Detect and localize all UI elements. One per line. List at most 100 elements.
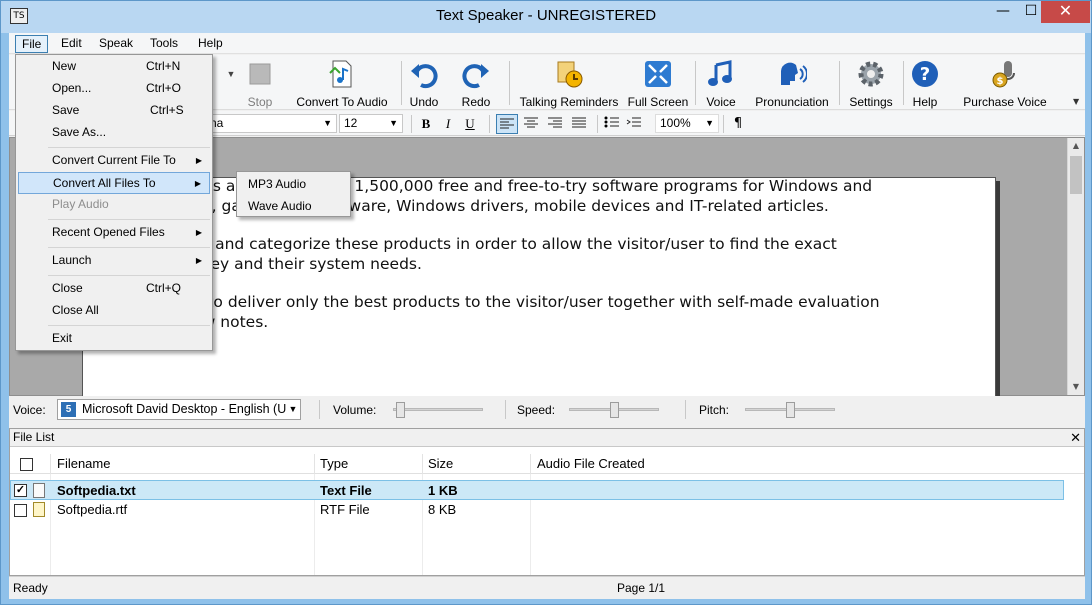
- help-button[interactable]: ? Help: [907, 59, 943, 109]
- format-separator: [597, 115, 598, 133]
- zoom-combo[interactable]: 100% ▼: [655, 114, 719, 133]
- menu-shortcut: Ctrl+S: [150, 103, 184, 117]
- undo-button[interactable]: Undo: [407, 59, 441, 109]
- chevron-down-icon: ▼: [323, 118, 332, 128]
- menu-item-label: Save: [52, 103, 80, 117]
- paragraph-marks-button[interactable]: ¶: [727, 114, 749, 134]
- document-paragraph[interactable]: We strive to deliver only the best produ…: [130, 292, 890, 332]
- page-indicator: Page 1/1: [617, 581, 666, 595]
- bullet-list-icon: [604, 116, 619, 128]
- title-bar[interactable]: TS Text Speaker - UNREGISTERED — ☐ ✕: [1, 1, 1091, 33]
- voice-button[interactable]: Voice: [701, 59, 741, 109]
- stop-button[interactable]: Stop: [245, 59, 275, 109]
- column-header-size[interactable]: Size: [428, 456, 453, 471]
- menu-item-launch[interactable]: Launch ▶: [18, 250, 210, 272]
- select-all-checkbox[interactable]: [20, 458, 33, 471]
- menu-item-convert-all[interactable]: Convert All Files To ▶: [18, 172, 210, 194]
- align-center-icon: [524, 117, 538, 128]
- bullet-list-button[interactable]: [601, 114, 623, 134]
- menu-item-convert-current[interactable]: Convert Current File To ▶: [18, 150, 210, 172]
- format-separator: [489, 115, 490, 133]
- talking-reminders-button[interactable]: Talking Reminders: [515, 59, 623, 109]
- menu-item-exit[interactable]: Exit: [18, 328, 210, 350]
- toolbar-overflow-icon[interactable]: ▼: [1073, 97, 1083, 107]
- bold-button[interactable]: B: [415, 114, 437, 134]
- convert-all-submenu: MP3 Audio Wave Audio: [236, 171, 351, 217]
- submenu-arrow-icon: ▶: [195, 156, 202, 165]
- font-size-value: 12: [344, 116, 358, 130]
- pitch-slider[interactable]: [745, 402, 835, 418]
- align-right-button[interactable]: [544, 114, 566, 134]
- menu-speak[interactable]: Speak: [93, 35, 139, 53]
- format-separator: [723, 115, 724, 133]
- row-checkbox[interactable]: [14, 504, 27, 517]
- align-left-button[interactable]: [496, 114, 518, 134]
- menu-item-label: Play Audio: [52, 197, 109, 211]
- pronunciation-button[interactable]: Pronunciation: [749, 59, 835, 109]
- file-list-column-headers: Filename Type Size Audio File Created: [10, 454, 1084, 474]
- indent-button[interactable]: [623, 114, 645, 134]
- font-size-combo[interactable]: 12 ▼: [339, 114, 403, 133]
- menu-edit[interactable]: Edit: [55, 35, 88, 53]
- table-row[interactable]: Softpedia.rtf RTF File 8 KB: [10, 500, 1064, 520]
- close-icon[interactable]: ✕: [1070, 429, 1081, 446]
- chevron-down-icon: ▼: [286, 400, 300, 419]
- menu-item-label: Convert All Files To: [53, 176, 156, 190]
- menu-item-new[interactable]: New Ctrl+N: [18, 56, 210, 78]
- scroll-up-icon[interactable]: ▲: [1068, 138, 1084, 154]
- menu-item-play-audio[interactable]: Play Audio: [18, 194, 210, 216]
- underline-button[interactable]: U: [459, 114, 481, 134]
- column-header-type[interactable]: Type: [320, 456, 348, 471]
- menu-separator: [48, 219, 210, 220]
- voice-select[interactable]: 5 Microsoft David Desktop - English (U ▼: [57, 399, 301, 420]
- column-header-audio-created[interactable]: Audio File Created: [537, 456, 645, 471]
- minimize-button[interactable]: —: [989, 1, 1017, 23]
- menu-item-save-as[interactable]: Save As...: [18, 122, 210, 144]
- speed-label: Speed:: [517, 403, 556, 417]
- menu-item-wave-audio[interactable]: Wave Audio: [248, 195, 312, 217]
- justify-button[interactable]: [568, 114, 590, 134]
- align-left-icon: [500, 118, 514, 129]
- menu-help[interactable]: Help: [192, 35, 229, 53]
- font-name-combo[interactable]: na ▼: [205, 114, 337, 133]
- settings-button[interactable]: Settings: [843, 59, 899, 109]
- convert-to-audio-button[interactable]: Convert To Audio: [291, 59, 393, 109]
- row-checkbox[interactable]: ✓: [14, 484, 27, 497]
- vertical-scrollbar[interactable]: ▲ ▼: [1067, 138, 1084, 395]
- italic-button[interactable]: I: [437, 114, 459, 134]
- toolbar-separator: [695, 61, 696, 105]
- menu-file[interactable]: File: [15, 35, 49, 53]
- menu-separator: [48, 147, 210, 148]
- svg-text:$: $: [997, 76, 1004, 87]
- menu-item-save[interactable]: Save Ctrl+S: [18, 100, 210, 122]
- play-dropdown-button[interactable]: ▼: [221, 59, 241, 109]
- app-window: TS Text Speaker - UNREGISTERED — ☐ ✕ Fil…: [0, 0, 1092, 605]
- purchase-voice-button[interactable]: $ Purchase Voice: [955, 59, 1055, 109]
- speed-slider[interactable]: [569, 402, 659, 418]
- menu-item-mp3-audio[interactable]: MP3 Audio: [248, 173, 306, 195]
- stop-label: Stop: [247, 95, 273, 109]
- stop-icon: [245, 59, 275, 89]
- scrollbar-thumb[interactable]: [1070, 156, 1082, 194]
- volume-slider-thumb[interactable]: [396, 402, 405, 418]
- menu-item-label: Exit: [52, 331, 73, 345]
- close-button[interactable]: ✕: [1041, 1, 1090, 23]
- menu-item-close[interactable]: Close Ctrl+Q: [18, 278, 210, 300]
- menu-item-recent-files[interactable]: Recent Opened Files ▶: [18, 222, 210, 244]
- gear-icon: [856, 59, 886, 89]
- menu-item-open[interactable]: Open... Ctrl+O: [18, 78, 210, 100]
- pitch-slider-thumb[interactable]: [786, 402, 795, 418]
- full-screen-button[interactable]: Full Screen: [625, 59, 691, 109]
- volume-slider[interactable]: [393, 402, 483, 418]
- redo-button[interactable]: Redo: [459, 59, 493, 109]
- table-row[interactable]: ✓ Softpedia.txt Text File 1 KB: [10, 480, 1064, 500]
- column-header-filename[interactable]: Filename: [57, 456, 110, 471]
- menu-item-close-all[interactable]: Close All: [18, 300, 210, 322]
- document-paragraph[interactable]: We review and categorize these products …: [130, 234, 890, 274]
- speed-slider-thumb[interactable]: [610, 402, 619, 418]
- scroll-down-icon[interactable]: ▼: [1068, 379, 1084, 395]
- align-center-button[interactable]: [520, 114, 542, 134]
- file-size: 8 KB: [428, 502, 457, 517]
- menu-tools[interactable]: Tools: [144, 35, 184, 53]
- file-list-title: File List: [13, 430, 55, 444]
